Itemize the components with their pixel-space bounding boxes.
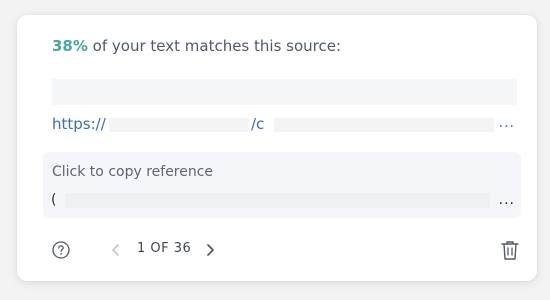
chevron-left-icon[interactable] (110, 243, 122, 257)
source-match-card: 38% of your text matches this source: ht… (17, 15, 537, 281)
reference-redaction (65, 193, 490, 208)
reference-more-ellipsis[interactable]: ... (499, 192, 515, 208)
url-more-ellipsis[interactable]: ... (499, 115, 515, 131)
match-text: of your text matches this source: (87, 37, 342, 55)
url-redaction (109, 118, 249, 132)
source-url-link[interactable]: https:// /c ... (52, 115, 517, 135)
copy-reference-box[interactable]: Click to copy reference ( ... (43, 152, 521, 218)
reference-text-start: ( (51, 192, 57, 208)
url-redaction (274, 118, 494, 132)
trash-icon[interactable] (500, 239, 520, 261)
copy-reference-label: Click to copy reference (52, 164, 214, 180)
match-headline: 38% of your text matches this source: (52, 37, 341, 55)
source-title-redacted (52, 79, 517, 105)
chevron-right-icon[interactable] (204, 243, 216, 257)
pager-count: 1 OF 36 (137, 241, 192, 256)
help-circle-icon[interactable] (52, 241, 70, 259)
match-percent: 38% (52, 37, 88, 55)
source-url-prefix[interactable]: https:// (52, 115, 106, 133)
source-url-mid[interactable]: /c (251, 115, 264, 133)
card-footer: 1 OF 36 (17, 233, 537, 267)
